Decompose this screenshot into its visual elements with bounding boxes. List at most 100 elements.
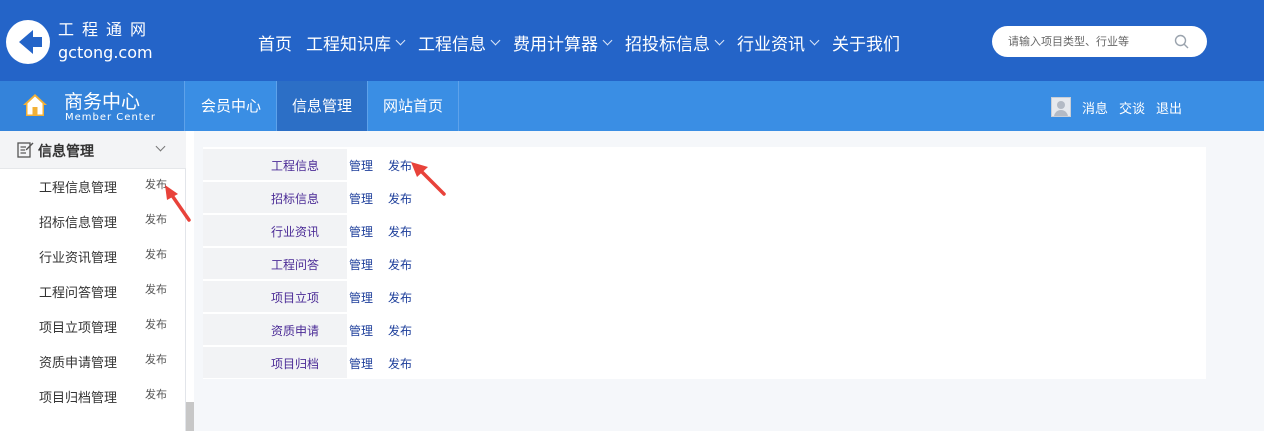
sidebar-item: 项目立项管理 发布 (0, 309, 186, 344)
table-row: 工程问答 管理 发布 (203, 248, 1206, 279)
user-menu: 消息 交谈 退出 (1051, 97, 1182, 117)
table-row: 项目归档 管理 发布 (203, 347, 1206, 378)
publish-link[interactable]: 发布 (388, 355, 412, 372)
sidebar-publish-link[interactable]: 发布 (145, 246, 167, 262)
logo-text-cn: 工程通网 (58, 20, 155, 39)
nav-label: 关于我们 (832, 34, 900, 55)
sidebar-publish-link[interactable]: 发布 (145, 211, 167, 227)
category-link[interactable]: 工程问答 (271, 256, 319, 273)
info-management-table: 工程信息 管理 发布 招标信息 管理 发布 行业资讯 管理 发布 工程问答 管理… (203, 147, 1206, 379)
nav-knowledge-base[interactable]: 工程知识库 (306, 28, 406, 56)
category-link[interactable]: 招标信息 (271, 190, 319, 207)
chevron-down-icon (809, 35, 820, 45)
site-logo[interactable]: 工程通网 gctong.com (6, 16, 156, 68)
sidebar-item: 工程信息管理 发布 (0, 169, 186, 204)
category-cell: 项目归档 (203, 347, 347, 378)
messages-link[interactable]: 消息 (1082, 98, 1108, 117)
manage-link[interactable]: 管理 (349, 190, 373, 207)
sidebar-section-title: 信息管理 (38, 144, 94, 160)
chevron-down-icon (395, 35, 406, 45)
sidebar-publish-link[interactable]: 发布 (145, 316, 167, 332)
nav-project-info[interactable]: 工程信息 (418, 28, 501, 56)
tab-member-center[interactable]: 会员中心 (186, 81, 278, 131)
category-cell: 招标信息 (203, 182, 347, 213)
sidebar-item: 行业资讯管理 发布 (0, 239, 186, 274)
manage-link[interactable]: 管理 (349, 157, 373, 174)
logo-arrow-icon (6, 20, 50, 64)
sidebar-item-archive[interactable]: 项目归档管理 (39, 387, 117, 406)
sidebar: 信息管理 工程信息管理 发布 招标信息管理 发布 行业资讯管理 发布 工程问答管… (0, 131, 186, 431)
search-box (992, 26, 1207, 57)
nav-label: 招投标信息 (625, 34, 710, 55)
logout-link[interactable]: 退出 (1156, 98, 1182, 117)
avatar[interactable] (1051, 97, 1071, 117)
sidebar-scrollbar[interactable] (186, 402, 194, 431)
nav-label: 工程知识库 (306, 34, 391, 55)
category-link[interactable]: 工程信息 (271, 157, 319, 174)
top-header: 工程通网 gctong.com 首页 工程知识库 工程信息 费用计算器 招投标信… (0, 0, 1264, 81)
publish-link[interactable]: 发布 (388, 190, 412, 207)
manage-link[interactable]: 管理 (349, 322, 373, 339)
sidebar-item-qa[interactable]: 工程问答管理 (39, 282, 117, 301)
main-nav: 首页 工程知识库 工程信息 费用计算器 招投标信息 行业资讯 关于我们 (258, 28, 900, 56)
publish-link[interactable]: 发布 (388, 289, 412, 306)
nav-home[interactable]: 首页 (258, 28, 292, 56)
table-row: 行业资讯 管理 发布 (203, 215, 1206, 246)
home-icon (23, 94, 47, 116)
category-cell: 项目立项 (203, 281, 347, 312)
table-row: 工程信息 管理 发布 (203, 149, 1206, 180)
sidebar-item-bidding-info[interactable]: 招标信息管理 (39, 212, 117, 231)
nav-label: 首页 (258, 34, 292, 55)
tab-info-management[interactable]: 信息管理 (277, 81, 369, 131)
category-cell: 工程问答 (203, 248, 347, 279)
category-cell: 资质申请 (203, 314, 347, 345)
nav-label: 费用计算器 (513, 34, 598, 55)
nav-industry-news[interactable]: 行业资讯 (737, 28, 820, 56)
search-icon[interactable] (1174, 34, 1190, 50)
sidebar-item-project-approval[interactable]: 项目立项管理 (39, 317, 117, 336)
sidebar-publish-link[interactable]: 发布 (145, 386, 167, 402)
sidebar-item: 工程问答管理 发布 (0, 274, 186, 309)
manage-link[interactable]: 管理 (349, 289, 373, 306)
chevron-down-icon[interactable] (155, 141, 166, 152)
member-center-title: 商务中心 (64, 91, 141, 113)
member-center-subtitle: Member Center (65, 112, 156, 123)
main-content: 工程信息 管理 发布 招标信息 管理 发布 行业资讯 管理 发布 工程问答 管理… (194, 131, 1264, 431)
sidebar-publish-link[interactable]: 发布 (145, 176, 167, 192)
table-row: 资质申请 管理 发布 (203, 314, 1206, 345)
sidebar-publish-link[interactable]: 发布 (145, 351, 167, 367)
nav-cost-calculator[interactable]: 费用计算器 (513, 28, 613, 56)
sidebar-item-industry-news[interactable]: 行业资讯管理 (39, 247, 117, 266)
search-input[interactable] (1008, 33, 1168, 50)
sidebar-item: 招标信息管理 发布 (0, 204, 186, 239)
manage-link[interactable]: 管理 (349, 355, 373, 372)
nav-bidding-info[interactable]: 招投标信息 (625, 28, 725, 56)
sidebar-section-header[interactable]: 信息管理 (0, 131, 186, 169)
publish-link[interactable]: 发布 (388, 322, 412, 339)
table-row: 招标信息 管理 发布 (203, 182, 1206, 213)
category-link[interactable]: 资质申请 (271, 322, 319, 339)
chevron-down-icon (490, 35, 501, 45)
logo-text-en: gctong.com (58, 43, 153, 62)
nav-about-us[interactable]: 关于我们 (832, 28, 900, 56)
sidebar-item: 项目归档管理 发布 (0, 379, 186, 414)
nav-label: 工程信息 (418, 34, 486, 55)
publish-link[interactable]: 发布 (388, 256, 412, 273)
manage-link[interactable]: 管理 (349, 223, 373, 240)
tab-site-home[interactable]: 网站首页 (368, 81, 460, 131)
member-center-bar: 商务中心 Member Center 会员中心 信息管理 网站首页 消息 交谈 … (0, 81, 1264, 131)
publish-link[interactable]: 发布 (388, 157, 412, 174)
manage-link[interactable]: 管理 (349, 256, 373, 273)
sidebar-item: 资质申请管理 发布 (0, 344, 186, 379)
sidebar-item-qualification[interactable]: 资质申请管理 (39, 352, 117, 371)
note-icon (17, 142, 34, 158)
category-cell: 工程信息 (203, 149, 347, 180)
category-link[interactable]: 行业资讯 (271, 223, 319, 240)
sidebar-publish-link[interactable]: 发布 (145, 281, 167, 297)
publish-link[interactable]: 发布 (388, 223, 412, 240)
table-row: 项目立项 管理 发布 (203, 281, 1206, 312)
sidebar-item-project-info[interactable]: 工程信息管理 (39, 177, 117, 196)
category-link[interactable]: 项目立项 (271, 289, 319, 306)
chat-link[interactable]: 交谈 (1119, 98, 1145, 117)
category-link[interactable]: 项目归档 (271, 355, 319, 372)
